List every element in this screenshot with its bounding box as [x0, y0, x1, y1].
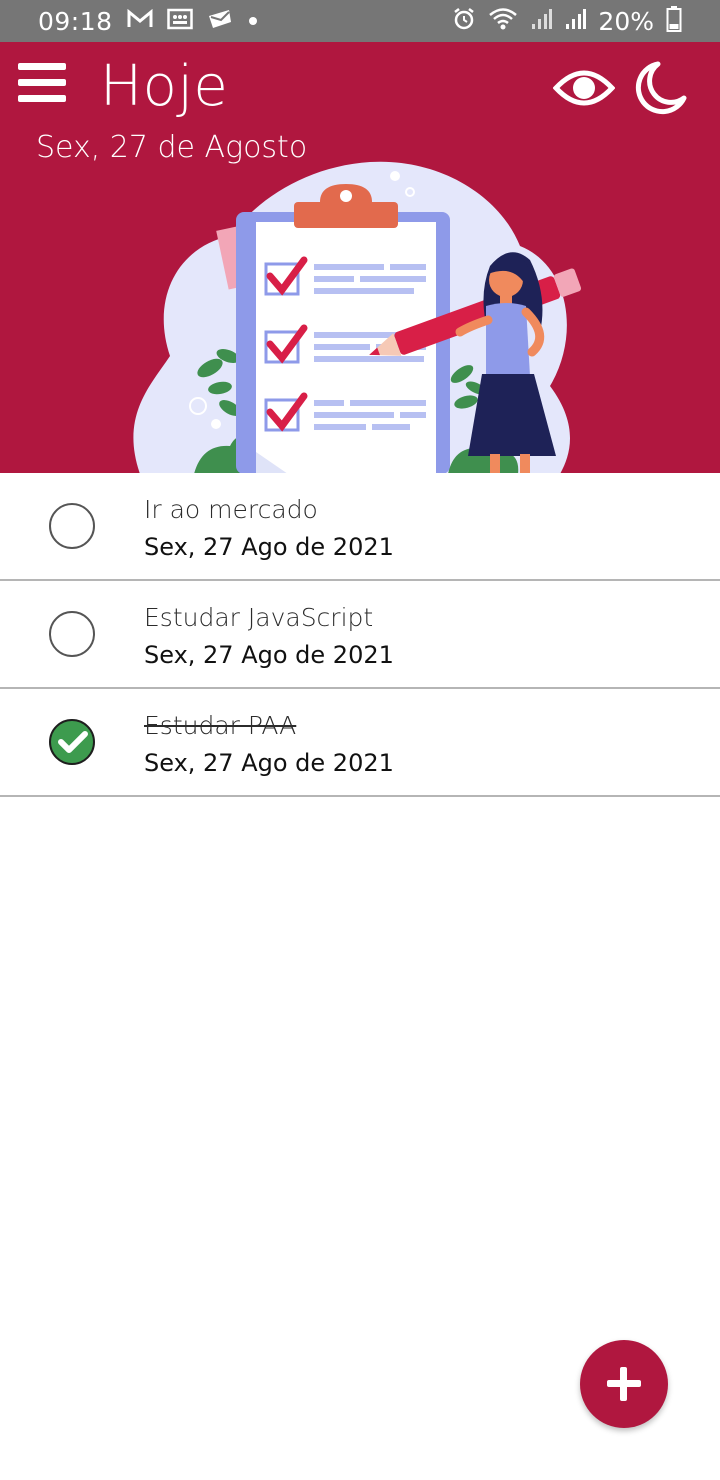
task-item[interactable]: Estudar PAA Sex, 27 Ago de 2021 — [0, 689, 720, 797]
task-title: Estudar PAA — [144, 711, 297, 740]
menu-bar — [18, 95, 66, 102]
task-list: Ir ao mercado Sex, 27 Ago de 2021 Estuda… — [0, 473, 720, 797]
task-item[interactable]: Estudar JavaScript Sex, 27 Ago de 2021 — [0, 581, 720, 689]
status-left: 09:18 — [38, 7, 259, 36]
task-checkbox-unchecked[interactable] — [49, 503, 95, 549]
status-time: 09:18 — [38, 6, 113, 36]
task-title: Estudar JavaScript — [144, 603, 374, 632]
task-date: Sex, 27 Ago de 2021 — [144, 533, 394, 561]
wifi-icon — [488, 7, 518, 35]
add-task-button[interactable] — [580, 1340, 668, 1428]
signal-icon — [530, 8, 553, 34]
status-bar: 09:18 20% — [0, 0, 720, 42]
task-checkbox-checked[interactable] — [49, 719, 95, 765]
dot-icon — [247, 12, 259, 31]
task-date: Sex, 27 Ago de 2021 — [144, 749, 394, 777]
menu-button[interactable] — [18, 63, 66, 105]
task-title: Ir ao mercado — [144, 495, 318, 524]
moon-icon[interactable] — [632, 60, 688, 116]
menu-bar — [18, 63, 66, 70]
checkmark-icon — [58, 731, 88, 753]
message-icon — [207, 8, 233, 34]
task-checkbox-unchecked[interactable] — [49, 611, 95, 657]
gmail-icon — [127, 8, 153, 33]
battery-icon — [666, 6, 682, 36]
battery-percentage: 20% — [598, 6, 654, 36]
header-illustration — [110, 156, 610, 473]
plus-icon — [607, 1367, 641, 1401]
eye-icon[interactable] — [552, 62, 616, 114]
alarm-icon — [452, 7, 476, 35]
task-date: Sex, 27 Ago de 2021 — [144, 641, 394, 669]
signal-icon — [564, 8, 587, 34]
task-item[interactable]: Ir ao mercado Sex, 27 Ago de 2021 — [0, 473, 720, 581]
header: Hoje Sex, 27 de Agosto — [0, 42, 720, 473]
status-right: 20% — [452, 6, 682, 36]
menu-bar — [18, 79, 66, 86]
page-title: Hoje — [100, 54, 229, 119]
photo-icon — [166, 8, 193, 34]
